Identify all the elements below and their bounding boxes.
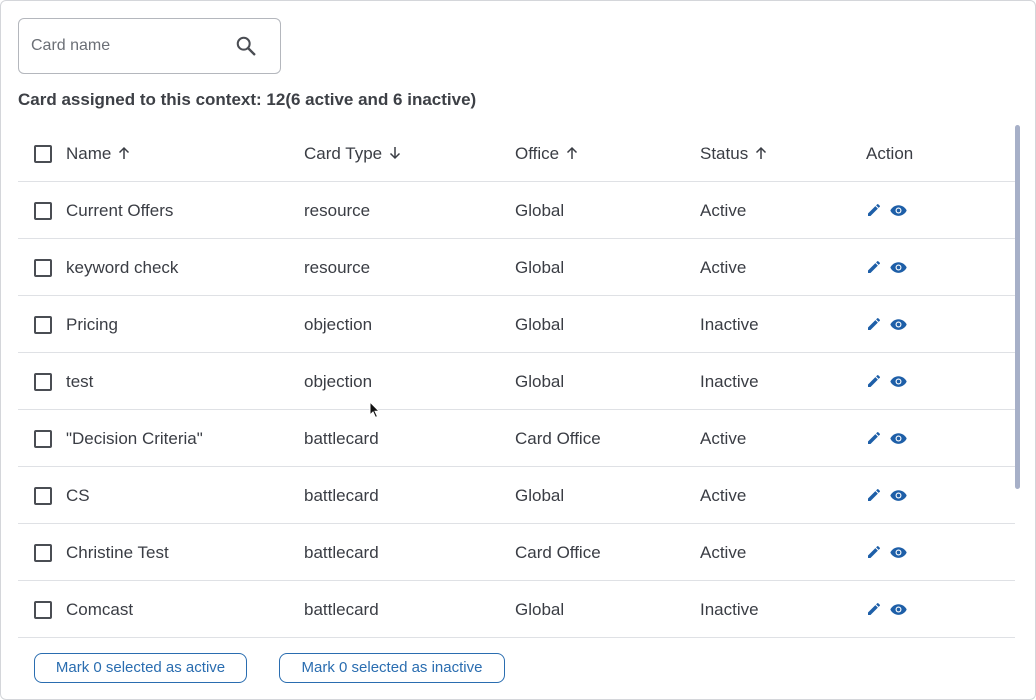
column-header-card-type[interactable]: Card Type (304, 125, 402, 182)
table-row[interactable]: Pricing objection Global Inactive (18, 296, 1015, 353)
card-status: Active (700, 543, 747, 562)
column-header-status[interactable]: Status (700, 125, 768, 182)
column-label: Name (66, 144, 112, 163)
card-status: Active (700, 486, 747, 505)
column-label: Card Type (304, 144, 383, 163)
mark-selected-inactive-button[interactable]: Mark 0 selected as inactive (279, 653, 505, 683)
card-status: Active (700, 429, 747, 448)
card-office: Card Office (515, 429, 601, 448)
table-row[interactable]: Current Offers resource Global Active (18, 182, 1015, 239)
table-scrollbar[interactable] (1015, 125, 1020, 489)
eye-icon[interactable] (890, 488, 907, 503)
eye-icon[interactable] (890, 317, 907, 332)
card-office: Global (515, 315, 565, 334)
search-icon[interactable] (235, 35, 257, 57)
mouse-cursor-icon (369, 401, 381, 419)
pencil-icon[interactable] (866, 487, 882, 503)
card-office: Global (515, 201, 565, 220)
card-status: Inactive (700, 315, 759, 334)
column-label: Action (866, 144, 914, 163)
table-row[interactable]: keyword check resource Global Active (18, 239, 1015, 296)
mark-selected-active-button[interactable]: Mark 0 selected as active (34, 653, 247, 683)
pencil-icon[interactable] (866, 202, 882, 218)
card-name: Pricing (66, 315, 118, 334)
card-type: battlecard (304, 543, 379, 562)
table-row[interactable]: Comcast battlecard Global Inactive (18, 581, 1015, 638)
card-type: objection (304, 372, 373, 391)
card-name: test (66, 372, 94, 391)
card-status: Inactive (700, 372, 759, 391)
card-name: Current Offers (66, 201, 174, 220)
row-checkbox[interactable] (34, 544, 52, 562)
assignment-summary: Card assigned to this context: 12(6 acti… (18, 90, 477, 109)
column-header-action: Action (866, 125, 913, 182)
card-office: Global (515, 258, 565, 277)
card-type: resource (304, 258, 371, 277)
column-label: Office (515, 144, 560, 163)
row-checkbox[interactable] (34, 373, 52, 391)
card-name: "Decision Criteria" (66, 429, 203, 448)
row-checkbox[interactable] (34, 202, 52, 220)
table-row[interactable]: "Decision Criteria" battlecard Card Offi… (18, 410, 1015, 467)
card-name: CS (66, 486, 90, 505)
arrow-up-icon[interactable] (754, 146, 768, 160)
card-type: battlecard (304, 600, 379, 619)
card-type: objection (304, 315, 373, 334)
column-header-office[interactable]: Office (515, 125, 579, 182)
arrow-up-icon[interactable] (117, 146, 131, 160)
row-checkbox[interactable] (34, 430, 52, 448)
search-input[interactable] (31, 19, 231, 73)
eye-icon[interactable] (890, 374, 907, 389)
card-name: Christine Test (66, 543, 169, 562)
pencil-icon[interactable] (866, 544, 882, 560)
pencil-icon[interactable] (866, 601, 882, 617)
card-name: Comcast (66, 600, 134, 619)
row-checkbox[interactable] (34, 259, 52, 277)
card-status: Active (700, 258, 747, 277)
arrow-down-icon[interactable] (388, 146, 402, 160)
arrow-up-icon[interactable] (565, 146, 579, 160)
eye-icon[interactable] (890, 203, 907, 218)
pencil-icon[interactable] (866, 430, 882, 446)
cards-table: Name Card Type Office Status Action Curr… (18, 125, 1016, 639)
card-type: resource (304, 201, 371, 220)
card-office: Global (515, 486, 565, 505)
eye-icon[interactable] (890, 602, 907, 617)
eye-icon[interactable] (890, 545, 907, 560)
row-checkbox[interactable] (34, 601, 52, 619)
pencil-icon[interactable] (866, 316, 882, 332)
table-row[interactable]: test objection Global Inactive (18, 353, 1015, 410)
select-all-checkbox[interactable] (34, 145, 52, 163)
column-label: Status (700, 144, 749, 163)
eye-icon[interactable] (890, 431, 907, 446)
card-office: Global (515, 600, 565, 619)
table-header-row: Name Card Type Office Status Action (18, 125, 1015, 182)
card-type: battlecard (304, 486, 379, 505)
card-status: Active (700, 201, 747, 220)
card-office: Card Office (515, 543, 601, 562)
card-office: Global (515, 372, 565, 391)
row-checkbox[interactable] (34, 316, 52, 334)
table-row[interactable]: Christine Test battlecard Card Office Ac… (18, 524, 1015, 581)
column-header-name[interactable]: Name (66, 125, 131, 182)
eye-icon[interactable] (890, 260, 907, 275)
card-status: Inactive (700, 600, 759, 619)
pencil-icon[interactable] (866, 259, 882, 275)
card-assignment-panel: Card assigned to this context: 12(6 acti… (0, 0, 1036, 700)
card-name: keyword check (66, 258, 179, 277)
pencil-icon[interactable] (866, 373, 882, 389)
card-type: battlecard (304, 429, 379, 448)
row-checkbox[interactable] (34, 487, 52, 505)
table-row[interactable]: CS battlecard Global Active (18, 467, 1015, 524)
